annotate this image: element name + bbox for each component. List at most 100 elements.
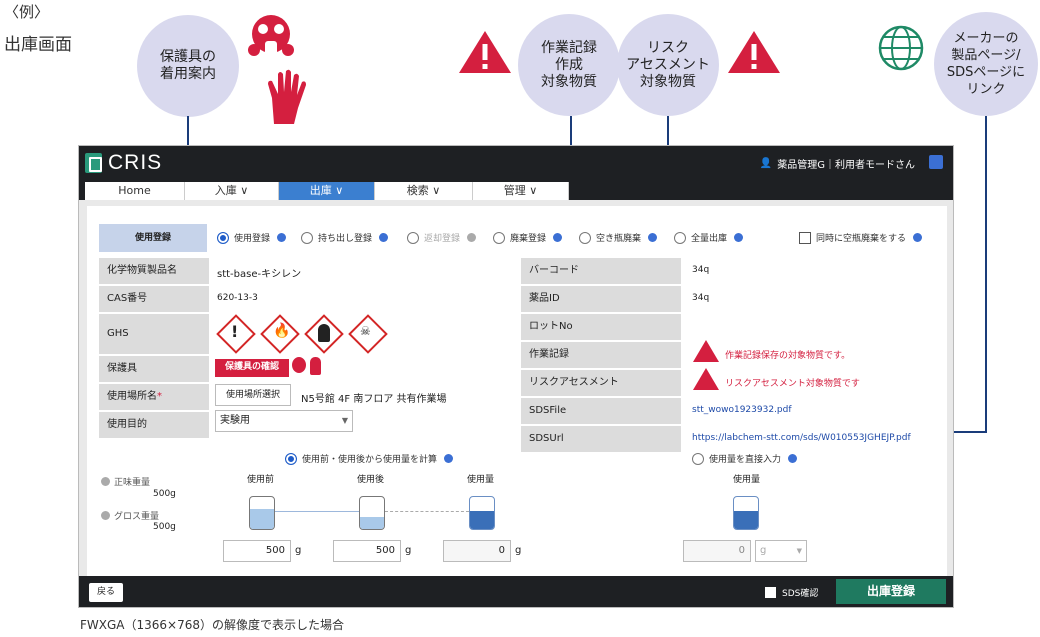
gross-weight: グロス重量: [101, 509, 159, 522]
purpose-select[interactable]: 実験用 ▼: [215, 410, 353, 432]
radio-before-after[interactable]: [285, 452, 297, 465]
mode-before-after-label: 使用前・使用後から使用量を計算: [302, 455, 438, 465]
tab-shukko[interactable]: 出庫 ∨: [279, 182, 375, 200]
purpose-select-value: 実験用: [220, 415, 250, 426]
option-empty-bottle[interactable]: 空き瓶廃棄: [579, 231, 658, 244]
bubble-work-record: 作業記録 作成 対象物質: [518, 14, 620, 116]
simultaneous-disposal[interactable]: 同時に空瓶廃棄をする: [799, 231, 923, 244]
col-amount-direct: 使用量: [733, 475, 761, 485]
help-icon[interactable]: [467, 233, 477, 242]
bubble-risk-assessment: リスク アセスメント 対象物質: [617, 14, 719, 116]
example-title: 出庫画面: [4, 35, 72, 55]
label-risk: リスクアセスメント: [521, 370, 681, 396]
option-full-out[interactable]: 全量出庫: [674, 231, 744, 244]
globe-icon: [878, 25, 924, 71]
help-icon[interactable]: [553, 233, 563, 242]
radio-empty-bottle[interactable]: [579, 231, 591, 244]
label-sds-url: SDSUrl: [521, 426, 681, 452]
sds-url-link[interactable]: https://labchem-stt.com/sds/W010553JGHEJ…: [692, 433, 911, 443]
bottle-before-liquid: [250, 509, 274, 529]
after-input[interactable]: 500: [333, 540, 401, 562]
required-mark: *: [157, 391, 162, 402]
radio-dispose[interactable]: [493, 231, 505, 244]
bottle-after: [359, 496, 385, 530]
radio-takeout[interactable]: [301, 231, 313, 244]
simultaneous-disposal-checkbox[interactable]: [799, 231, 811, 244]
option-return[interactable]: 返却登録: [407, 231, 477, 244]
amount-unit: g: [515, 545, 522, 556]
value-location: N5号館 4F 南フロア 共有作業場: [301, 394, 447, 405]
tab-search[interactable]: 検索 ∨: [375, 182, 473, 200]
tab-admin[interactable]: 管理 ∨: [473, 182, 569, 200]
ppe-mask-icon: [292, 357, 306, 373]
warning-icon-right: [728, 31, 780, 73]
back-button[interactable]: 戻る: [89, 583, 123, 602]
gross-weight-dot: [101, 511, 110, 520]
mode-before-after[interactable]: 使用前・使用後から使用量を計算: [285, 452, 454, 465]
sds-file-link[interactable]: stt_wowo1923932.pdf: [692, 405, 792, 415]
bottle-before: [249, 496, 275, 530]
help-icon[interactable]: [734, 233, 744, 242]
direct-unit-value: g: [760, 545, 767, 556]
mode-direct-label: 使用量を直接入力: [709, 455, 782, 465]
value-risk: リスクアセスメント対象物質です: [725, 379, 860, 389]
bottle-amount-liquid: [470, 511, 494, 529]
radio-use[interactable]: [217, 231, 229, 244]
work-record-warning-icon: [693, 340, 719, 362]
label-chemical-name: 化学物質製品名: [99, 258, 209, 284]
user-icon: 👤: [759, 158, 773, 169]
tab-nyuko[interactable]: 入庫 ∨: [185, 182, 279, 200]
net-weight: 正味重量: [101, 475, 150, 488]
option-empty-bottle-label: 空き瓶廃棄: [596, 234, 642, 244]
value-cas: 620-13-3: [217, 293, 258, 303]
mode-direct[interactable]: 使用量を直接入力: [692, 452, 798, 465]
direct-unit-select[interactable]: g ▼: [755, 540, 807, 562]
help-icon[interactable]: [444, 454, 454, 463]
net-weight-dot: [101, 477, 110, 486]
glove-icon: [268, 69, 306, 124]
help-icon[interactable]: [277, 233, 287, 242]
submit-button[interactable]: 出庫登録: [836, 579, 946, 604]
location-select-button[interactable]: 使用場所選択: [215, 384, 291, 406]
before-input[interactable]: 500: [223, 540, 291, 562]
ppe-suit-icon: [310, 357, 321, 375]
gross-weight-value: 500g: [153, 522, 176, 532]
help-icon[interactable]: [913, 233, 923, 242]
ppe-confirm-button[interactable]: 保護具の確認: [215, 359, 289, 377]
app-window: CRIS 👤 薬品管理G｜利用者モードさん Home 入庫 ∨ 出庫 ∨ 検索 …: [78, 145, 954, 608]
option-use-label: 使用登録: [234, 234, 271, 244]
help-icon[interactable]: [788, 454, 798, 463]
user-info[interactable]: 👤 薬品管理G｜利用者モードさん: [760, 156, 915, 171]
simultaneous-disposal-label: 同時に空瓶廃棄をする: [816, 234, 907, 244]
help-icon[interactable]: [648, 233, 658, 242]
tab-home[interactable]: Home: [85, 182, 185, 200]
radio-return[interactable]: [407, 231, 419, 244]
radio-full-out[interactable]: [674, 231, 686, 244]
logo-text: CRIS: [108, 151, 163, 174]
col-amount: 使用量: [467, 475, 495, 485]
sds-confirm-checkbox[interactable]: [765, 587, 776, 598]
warning-icon-left: [459, 31, 511, 73]
label-location-text: 使用場所名: [107, 391, 157, 402]
label-sds-file: SDSFile: [521, 398, 681, 424]
option-dispose[interactable]: 廃棄登録: [493, 231, 563, 244]
radio-direct[interactable]: [692, 452, 704, 465]
chevron-down-icon: ▼: [796, 547, 802, 555]
caption: FWXGA（1366×768）の解像度で表示した場合: [80, 618, 344, 632]
label-ppe: 保護具: [99, 356, 209, 382]
option-use[interactable]: 使用登録: [217, 231, 287, 244]
logout-icon[interactable]: [929, 155, 943, 169]
bottle-direct-liquid: [734, 511, 758, 529]
top-bar: CRIS 👤 薬品管理G｜利用者モードさん: [79, 146, 953, 180]
example-label: 〈例〉: [4, 3, 50, 21]
col-before: 使用前: [247, 475, 275, 485]
ghs-environment-mark: ☠: [360, 324, 371, 338]
direct-input[interactable]: 0: [683, 540, 751, 562]
value-chemical-name: stt-base-キシレン: [217, 269, 302, 280]
option-takeout[interactable]: 持ち出し登録: [301, 231, 389, 244]
label-ghs: GHS: [99, 314, 209, 354]
sds-confirm[interactable]: SDS確認: [765, 586, 818, 599]
option-dispose-label: 廃棄登録: [510, 234, 547, 244]
chevron-down-icon: ▼: [341, 416, 348, 425]
help-icon[interactable]: [379, 233, 389, 242]
